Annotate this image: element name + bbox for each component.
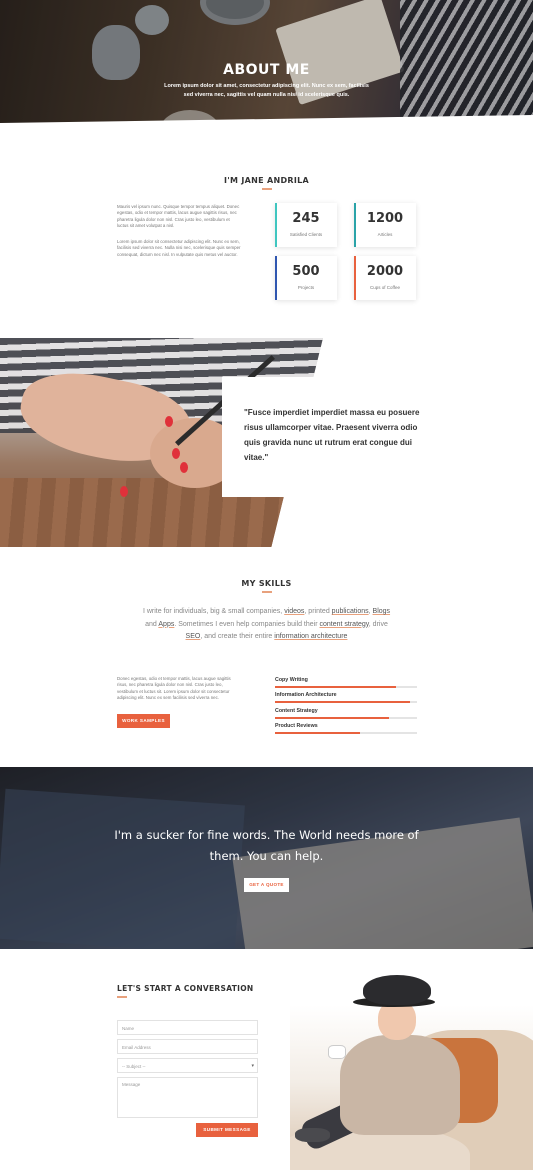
stat-label: Articles bbox=[377, 232, 393, 237]
skill-label-product-reviews: Product Reviews bbox=[275, 723, 318, 729]
hero-subtitle: Lorem ipsum dolor sit amet, consectetur … bbox=[164, 83, 369, 98]
nail bbox=[120, 486, 128, 497]
intro-text: , drive bbox=[368, 620, 388, 628]
about-title: I'M JANE ANDRILA bbox=[223, 176, 310, 185]
message-field[interactable]: Message bbox=[117, 1077, 258, 1118]
cta-heading: I'm a sucker for fine words. The World n… bbox=[114, 828, 419, 863]
publications-link[interactable]: publications bbox=[332, 608, 369, 615]
page-title: ABOUT ME bbox=[223, 62, 310, 78]
name-field[interactable]: Name bbox=[117, 1020, 258, 1035]
skill-bar-product-reviews bbox=[275, 732, 417, 734]
about-paragraph-1: Mauris vel ipsum nunc. Quisque tempor te… bbox=[117, 204, 240, 228]
skill-bar-copy-writing bbox=[275, 686, 417, 688]
accent-divider bbox=[262, 188, 272, 190]
blogs-link[interactable]: Blogs bbox=[373, 608, 391, 615]
seo-link[interactable]: SEO bbox=[186, 633, 201, 640]
apps-link[interactable]: Apps bbox=[158, 621, 174, 628]
videos-link[interactable]: videos bbox=[284, 608, 304, 615]
sweater bbox=[340, 1035, 460, 1135]
stat-card-projects: 500 Projects bbox=[275, 256, 337, 300]
accent-divider bbox=[262, 591, 272, 593]
skill-fill bbox=[275, 732, 361, 734]
stat-label: Projects bbox=[297, 285, 315, 290]
skill-fill bbox=[275, 717, 389, 719]
skill-label-information-architecture: Information Architecture bbox=[275, 692, 337, 698]
subject-select[interactable]: -- Subject -- ▾ bbox=[117, 1058, 258, 1073]
content-strategy-link[interactable]: content strategy bbox=[320, 621, 369, 628]
skills-paragraph: Donec egestas, odio et tempor mattis, la… bbox=[117, 676, 231, 700]
get-a-quote-button[interactable]: GET A QUOTE bbox=[244, 878, 289, 892]
traveler-photo bbox=[290, 950, 533, 1170]
stat-card-articles: 1200 Articles bbox=[354, 203, 416, 247]
contact-title: LET'S START A CONVERSATION bbox=[117, 984, 254, 993]
work-samples-button[interactable]: WORK SAMPLES bbox=[117, 714, 170, 728]
accent-divider bbox=[117, 996, 127, 998]
skill-fill bbox=[275, 686, 396, 688]
stat-label: Cups of Coffee bbox=[370, 285, 400, 290]
nail bbox=[165, 416, 173, 427]
stat-number: 245 bbox=[292, 211, 320, 226]
stat-label: Satisfied Clients bbox=[289, 232, 323, 237]
cup bbox=[328, 1045, 346, 1059]
skills-title: MY SKILLS bbox=[241, 579, 292, 588]
nail bbox=[172, 448, 180, 459]
skill-bar-information-architecture bbox=[275, 701, 417, 703]
stat-number: 2000 bbox=[366, 264, 404, 279]
quote-text: "Fusce imperdiet imperdiet massa eu posu… bbox=[244, 408, 420, 462]
subject-value: -- Subject -- bbox=[122, 1064, 146, 1069]
submit-message-button[interactable]: SUBMIT MESSAGE bbox=[196, 1123, 258, 1137]
hat bbox=[363, 975, 431, 1005]
skill-fill bbox=[275, 701, 410, 703]
email-field[interactable]: Email Address bbox=[117, 1039, 258, 1054]
about-paragraph-2: Lorem ipsum dolor sit consectetur adipis… bbox=[117, 239, 241, 257]
skill-label-copy-writing: Copy Writing bbox=[275, 677, 308, 683]
intro-text: . Sometimes I even help companies build … bbox=[174, 620, 320, 628]
intro-text: I write for individuals, big & small com… bbox=[142, 608, 285, 615]
stat-card-clients: 245 Satisfied Clients bbox=[275, 203, 337, 247]
nail bbox=[180, 462, 188, 473]
stat-card-coffee: 2000 Cups of Coffee bbox=[354, 256, 416, 300]
intro-text: and bbox=[145, 620, 159, 628]
skills-intro: I write for individuals, big & small com… bbox=[140, 606, 393, 644]
skill-label-content-strategy: Content Strategy bbox=[275, 708, 318, 714]
information-architecture-link[interactable]: information architecture bbox=[274, 633, 347, 640]
intro-text: , printed bbox=[304, 608, 332, 615]
stat-number: 1200 bbox=[366, 211, 404, 226]
shoe bbox=[295, 1128, 330, 1142]
chevron-down-icon: ▾ bbox=[251, 1063, 254, 1069]
skill-bar-content-strategy bbox=[275, 717, 417, 719]
intro-text: , and create their entire bbox=[200, 633, 275, 641]
stat-number: 500 bbox=[292, 264, 320, 279]
